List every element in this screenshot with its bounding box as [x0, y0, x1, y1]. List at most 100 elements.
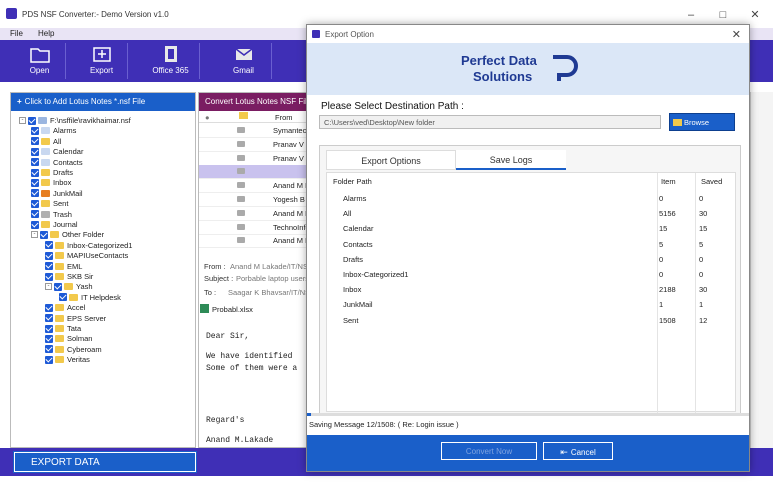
tab-export-options[interactable]: Export Options	[326, 150, 456, 170]
tab-save-logs[interactable]: Save Logs	[456, 150, 566, 170]
table-row[interactable]: Inbox-Categorized1 0 0	[327, 267, 735, 282]
minimize-icon[interactable]: –	[684, 8, 698, 22]
tree-item[interactable]: All	[31, 136, 61, 147]
tree-item[interactable]: - F:\nsffile\ravikhaimar.nsf	[19, 115, 131, 126]
tree-item[interactable]: MAPIUseContacts	[45, 250, 128, 261]
tree-item[interactable]: EPS Server	[45, 313, 106, 324]
table-row[interactable]: Drafts 0 0	[327, 252, 735, 267]
mail-row[interactable]: Anand M L	[199, 179, 307, 194]
tree-item-label: F:\nsffile\ravikhaimar.nsf	[50, 116, 131, 125]
menu-file[interactable]: File	[10, 29, 23, 38]
cell-item: 5	[659, 239, 664, 249]
table-row[interactable]: Sent 1508 12	[327, 313, 735, 328]
table-row[interactable]: Contacts 5 5	[327, 237, 735, 252]
export-data-button[interactable]: EXPORT DATA	[13, 451, 197, 473]
maximize-icon[interactable]: □	[716, 8, 730, 22]
add-nsf-file-header[interactable]: + Click to Add Lotus Notes *.nsf File	[11, 93, 195, 111]
open-button[interactable]: Open	[14, 43, 66, 79]
cell-saved: 30	[699, 209, 708, 219]
folder-icon	[41, 221, 50, 228]
tree-item[interactable]: Trash	[31, 209, 72, 220]
mail-row[interactable]: Yogesh B	[199, 193, 307, 207]
checkbox[interactable]	[40, 230, 48, 239]
tree-item[interactable]: Tata	[45, 323, 81, 334]
cell-folder-path: Inbox	[343, 285, 362, 295]
checkbox[interactable]	[31, 126, 39, 135]
table-row[interactable]: Alarms 0 0	[327, 191, 735, 206]
checkbox[interactable]	[45, 324, 53, 333]
tree-item[interactable]: Calendar	[31, 146, 83, 157]
checkbox[interactable]	[31, 210, 39, 219]
tree-item[interactable]: Inbox	[31, 177, 71, 188]
table-row[interactable]: Inbox 2188 30	[327, 282, 735, 297]
browse-button[interactable]: Browse	[669, 113, 735, 131]
checkbox[interactable]	[45, 272, 53, 281]
checkbox[interactable]	[31, 189, 39, 198]
checkbox[interactable]	[28, 116, 36, 125]
attachment-name[interactable]: Probabl.xlsx	[212, 305, 253, 314]
checkbox[interactable]	[31, 147, 39, 156]
collapse-icon[interactable]: -	[19, 117, 26, 124]
checkbox[interactable]	[45, 251, 53, 260]
table-row[interactable]: All 5156 30	[327, 206, 735, 221]
destination-path-input[interactable]	[319, 115, 661, 129]
export-button[interactable]: Export	[76, 43, 128, 79]
mail-row[interactable]: Symantec,	[199, 124, 307, 138]
collapse-icon[interactable]: -	[31, 231, 38, 239]
checkbox[interactable]	[31, 168, 39, 177]
menu-help[interactable]: Help	[38, 29, 54, 38]
mail-row[interactable]: Pranav V I	[199, 138, 307, 152]
tree-item[interactable]: JunkMail	[31, 188, 83, 199]
checkbox[interactable]	[45, 355, 53, 364]
tree-item[interactable]: EML	[45, 261, 82, 272]
checkbox[interactable]	[31, 178, 39, 187]
checkbox[interactable]	[31, 220, 39, 229]
tree-item[interactable]: - Yash	[45, 281, 93, 292]
mail-row[interactable]: TechnoInfo	[199, 221, 307, 235]
tree-item[interactable]: Cyberoam	[45, 344, 102, 355]
table-row[interactable]: Calendar 15 15	[327, 221, 735, 236]
checkbox[interactable]	[31, 158, 39, 167]
office365-button[interactable]: Office 365	[142, 43, 200, 79]
cancel-button[interactable]: ⇤ Cancel	[543, 442, 613, 460]
excel-attachment-icon	[200, 304, 209, 313]
checkbox[interactable]	[59, 293, 67, 302]
checkbox[interactable]	[31, 137, 39, 146]
tree-item[interactable]: Solman	[45, 333, 92, 344]
checkbox[interactable]	[45, 314, 53, 323]
tree-item-label: Tata	[67, 324, 82, 333]
tree-item-label: EPS Server	[67, 313, 107, 323]
tree-item-label: Cyberoam	[67, 344, 102, 354]
checkbox[interactable]	[54, 282, 62, 291]
tree-item[interactable]: Contacts	[31, 157, 83, 168]
cell-saved: 30	[699, 285, 708, 295]
tree-item[interactable]: Accel	[45, 302, 85, 313]
tree-item[interactable]: Drafts	[31, 167, 73, 178]
mail-row[interactable]	[199, 165, 307, 180]
tree-item[interactable]: Sent	[31, 198, 68, 209]
cell-folder-path: All	[343, 209, 352, 219]
tree-item[interactable]: Inbox-Categorized1	[45, 240, 132, 251]
collapse-icon[interactable]: -	[45, 283, 52, 291]
tree-item[interactable]: Journal	[31, 219, 78, 230]
convert-now-button[interactable]: Convert Now	[441, 442, 537, 460]
mail-row[interactable]: Pranav V I	[199, 152, 307, 166]
tree-item[interactable]: SKB Sir	[45, 271, 93, 282]
checkbox[interactable]	[45, 241, 53, 250]
checkbox[interactable]	[45, 262, 53, 271]
checkbox[interactable]	[45, 345, 53, 354]
tree-item[interactable]: - Other Folder	[31, 229, 104, 240]
mail-row[interactable]: Anand M L	[199, 207, 307, 221]
mail-row[interactable]: Anand M L	[199, 234, 307, 249]
checkbox[interactable]	[45, 303, 53, 312]
browse-label: Browse	[684, 118, 710, 127]
checkbox[interactable]	[45, 334, 53, 343]
table-row[interactable]: JunkMail 1 1	[327, 297, 735, 312]
tree-item[interactable]: Veritas	[45, 354, 90, 365]
gmail-button[interactable]: Gmail	[216, 43, 272, 79]
checkbox[interactable]	[31, 199, 39, 208]
tree-item[interactable]: Alarms	[31, 125, 76, 136]
dialog-close-icon[interactable]: ✕	[732, 28, 741, 41]
tree-item[interactable]: IT Helpdesk	[59, 292, 121, 303]
close-icon[interactable]: ✕	[748, 8, 762, 22]
